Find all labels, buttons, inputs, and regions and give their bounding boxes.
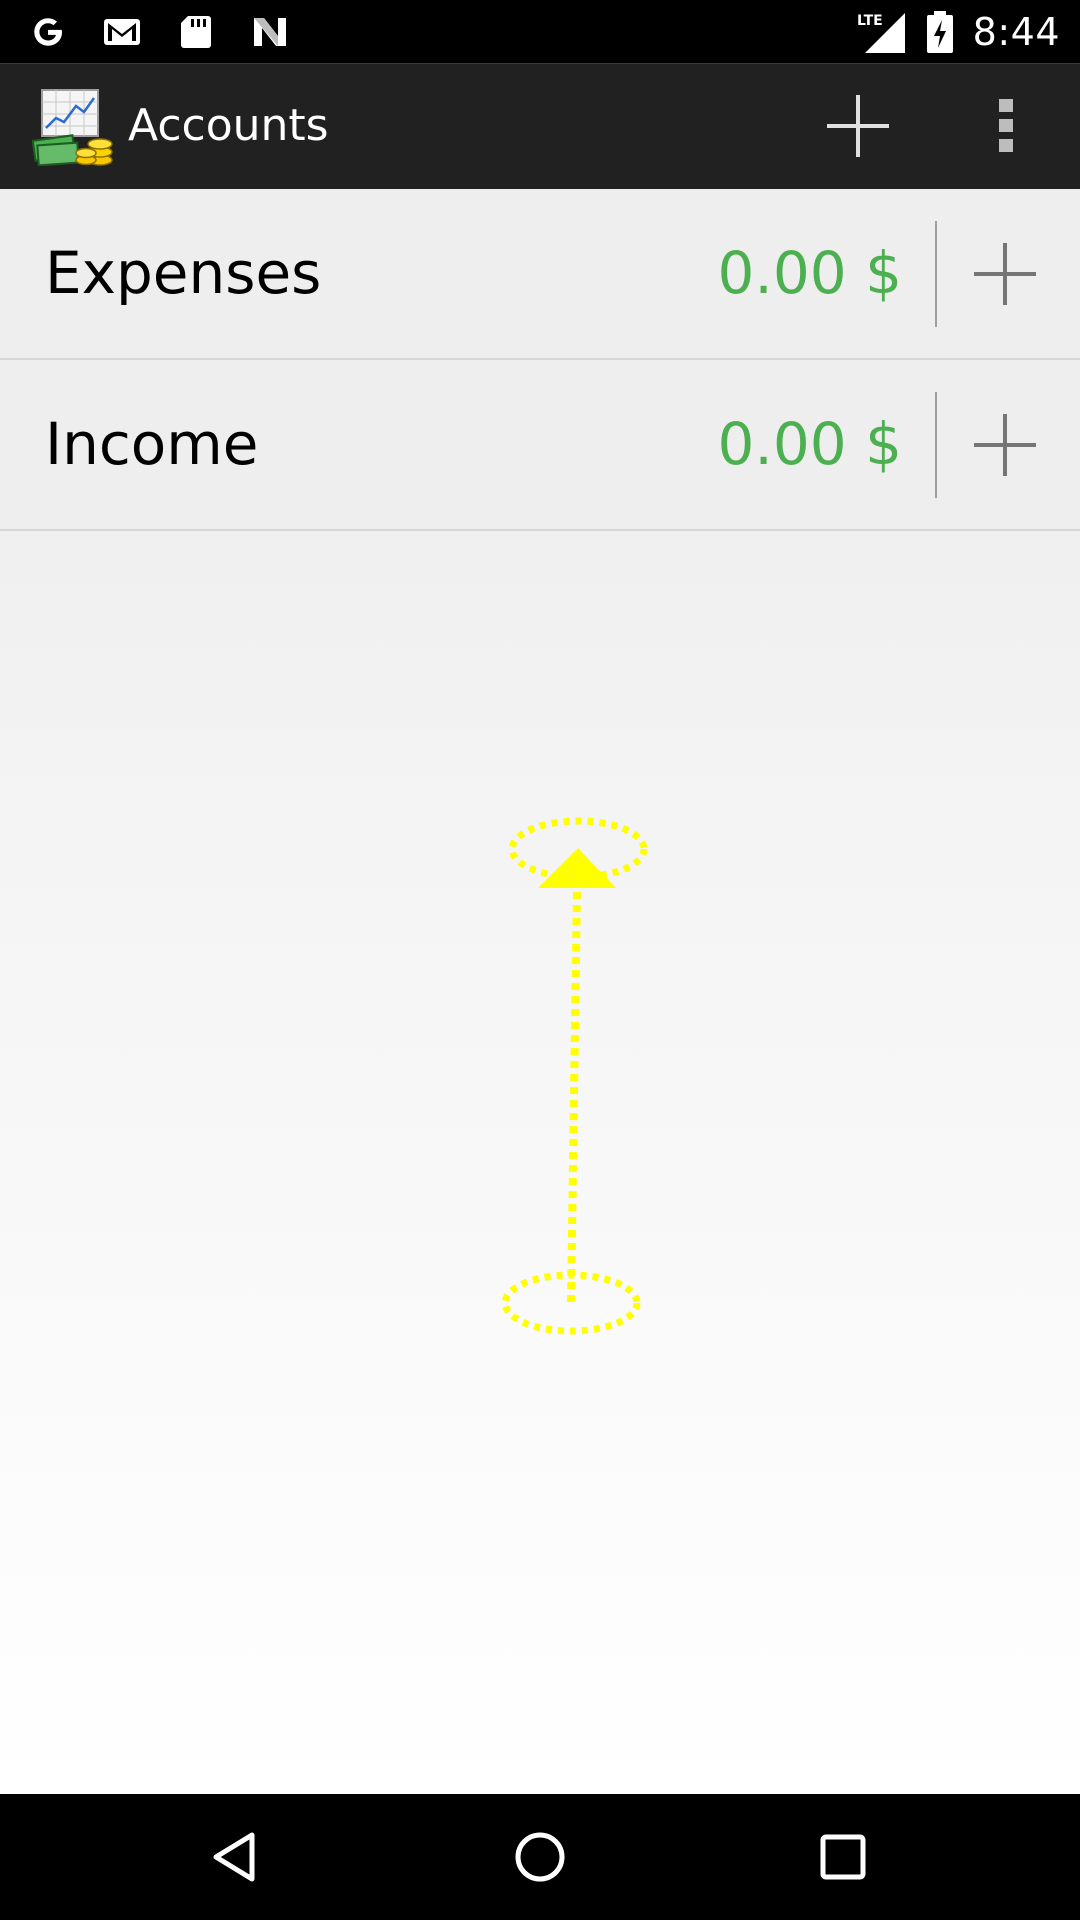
- account-amount: 0.00 $: [717, 410, 902, 478]
- add-account-button[interactable]: [806, 86, 910, 166]
- row-divider: [935, 392, 937, 498]
- google-icon: [34, 18, 62, 46]
- back-icon: [213, 1832, 255, 1882]
- plus-icon: [974, 243, 1036, 305]
- navigation-bar: [0, 1794, 1080, 1920]
- plus-icon: [827, 95, 889, 157]
- home-icon: [515, 1832, 565, 1882]
- account-row-expenses[interactable]: Expenses 0.00 $: [0, 189, 1080, 360]
- notification-icons: [26, 8, 292, 56]
- status-bar: LTE 8:44: [0, 0, 1080, 63]
- add-expense-button[interactable]: [950, 219, 1060, 329]
- screen: LTE 8:44 Accounts Expenses 0.00 $ Income…: [0, 0, 1080, 1920]
- system-status: LTE 8:44: [855, 0, 1060, 63]
- add-income-button[interactable]: [950, 390, 1060, 500]
- page-title: Accounts: [128, 100, 329, 151]
- status-time: 8:44: [972, 9, 1060, 54]
- sd-card-icon: [181, 16, 211, 48]
- recents-icon: [820, 1834, 866, 1880]
- battery-charging-icon: [926, 10, 953, 53]
- action-bar: Accounts: [0, 63, 1080, 189]
- account-row-income[interactable]: Income 0.00 $: [0, 360, 1080, 531]
- more-vertical-icon: [999, 99, 1013, 152]
- plus-icon: [974, 414, 1036, 476]
- back-button[interactable]: [196, 1817, 276, 1897]
- recents-button[interactable]: [803, 1817, 883, 1897]
- gmail-icon: [104, 19, 140, 45]
- overflow-menu-button[interactable]: [966, 86, 1046, 166]
- account-amount: 0.00 $: [717, 239, 902, 307]
- account-name: Income: [45, 410, 259, 478]
- account-list: Expenses 0.00 $ Income 0.00 $: [0, 189, 1080, 1794]
- n-icon: [254, 18, 286, 46]
- network-label: LTE: [857, 13, 883, 29]
- account-name: Expenses: [45, 239, 322, 307]
- row-divider: [935, 221, 937, 327]
- signal-lte-icon: LTE: [857, 12, 905, 53]
- app-logo-icon: [32, 89, 113, 166]
- home-button[interactable]: [500, 1817, 580, 1897]
